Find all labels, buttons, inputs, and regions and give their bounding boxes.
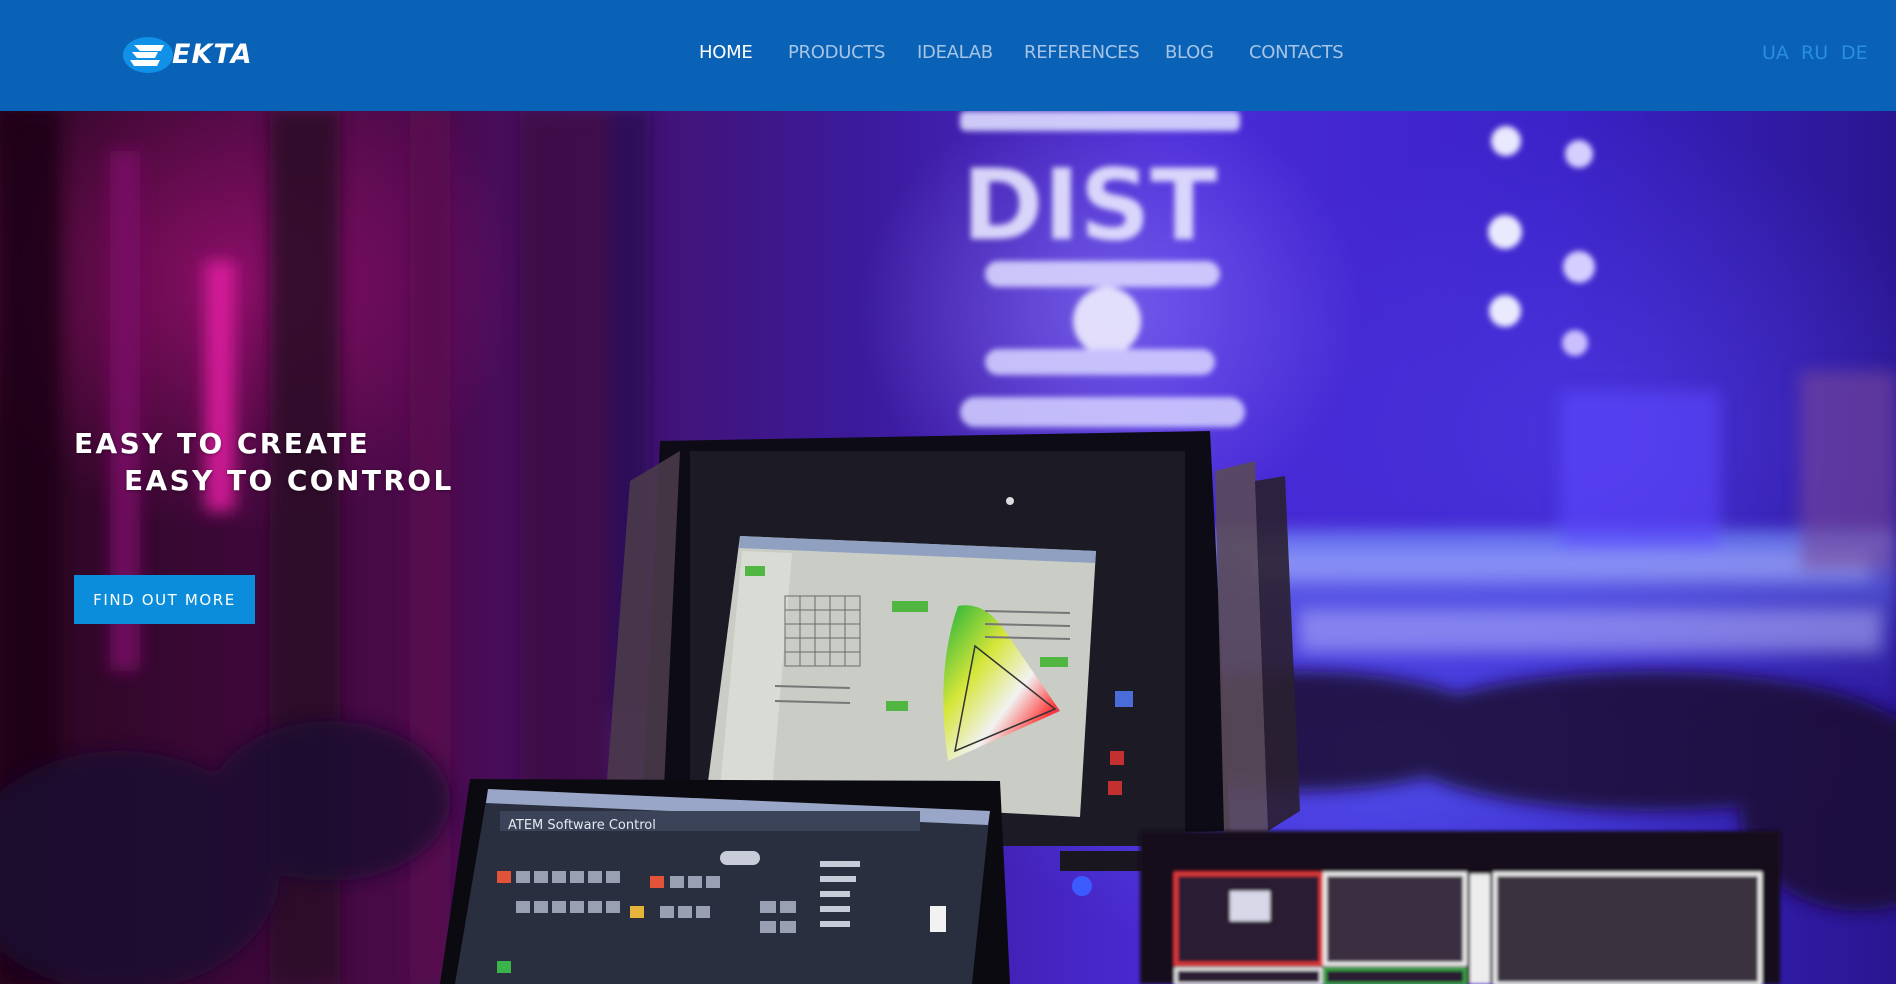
nav-idealab[interactable]: IDEALAB xyxy=(917,42,993,63)
svg-text:DIST: DIST xyxy=(962,149,1217,263)
nav-contacts[interactable]: CONTACTS xyxy=(1249,42,1344,63)
hero-title-line2: EASY TO CONTROL xyxy=(124,464,454,497)
nav-products[interactable]: PRODUCTS xyxy=(788,42,885,63)
lang-ru[interactable]: RU xyxy=(1801,42,1828,64)
hero-title: EASY TO CREATE EASY TO CONTROL xyxy=(74,425,454,499)
hero-title-line1: EASY TO CREATE xyxy=(74,427,371,460)
nav-references[interactable]: REFERENCES xyxy=(1024,42,1140,63)
nav-home[interactable]: HOME xyxy=(699,42,753,63)
main-nav: HOME PRODUCTS IDEALAB REFERENCES BLOG CO… xyxy=(0,42,1896,66)
svg-text:ATEM Software Control: ATEM Software Control xyxy=(508,818,656,833)
lang-ua[interactable]: UA xyxy=(1762,42,1789,64)
hero-section: DIST ATEM Software Control EASY TO CREAT… xyxy=(0,111,1896,984)
nav-blog[interactable]: BLOG xyxy=(1165,42,1214,63)
find-out-more-button[interactable]: FIND OUT MORE xyxy=(74,575,255,624)
hero-background-image: DIST ATEM Software Control xyxy=(0,111,1896,984)
site-header: EKTA HOME PRODUCTS IDEALAB REFERENCES BL… xyxy=(0,0,1896,111)
lang-de[interactable]: DE xyxy=(1841,42,1868,64)
